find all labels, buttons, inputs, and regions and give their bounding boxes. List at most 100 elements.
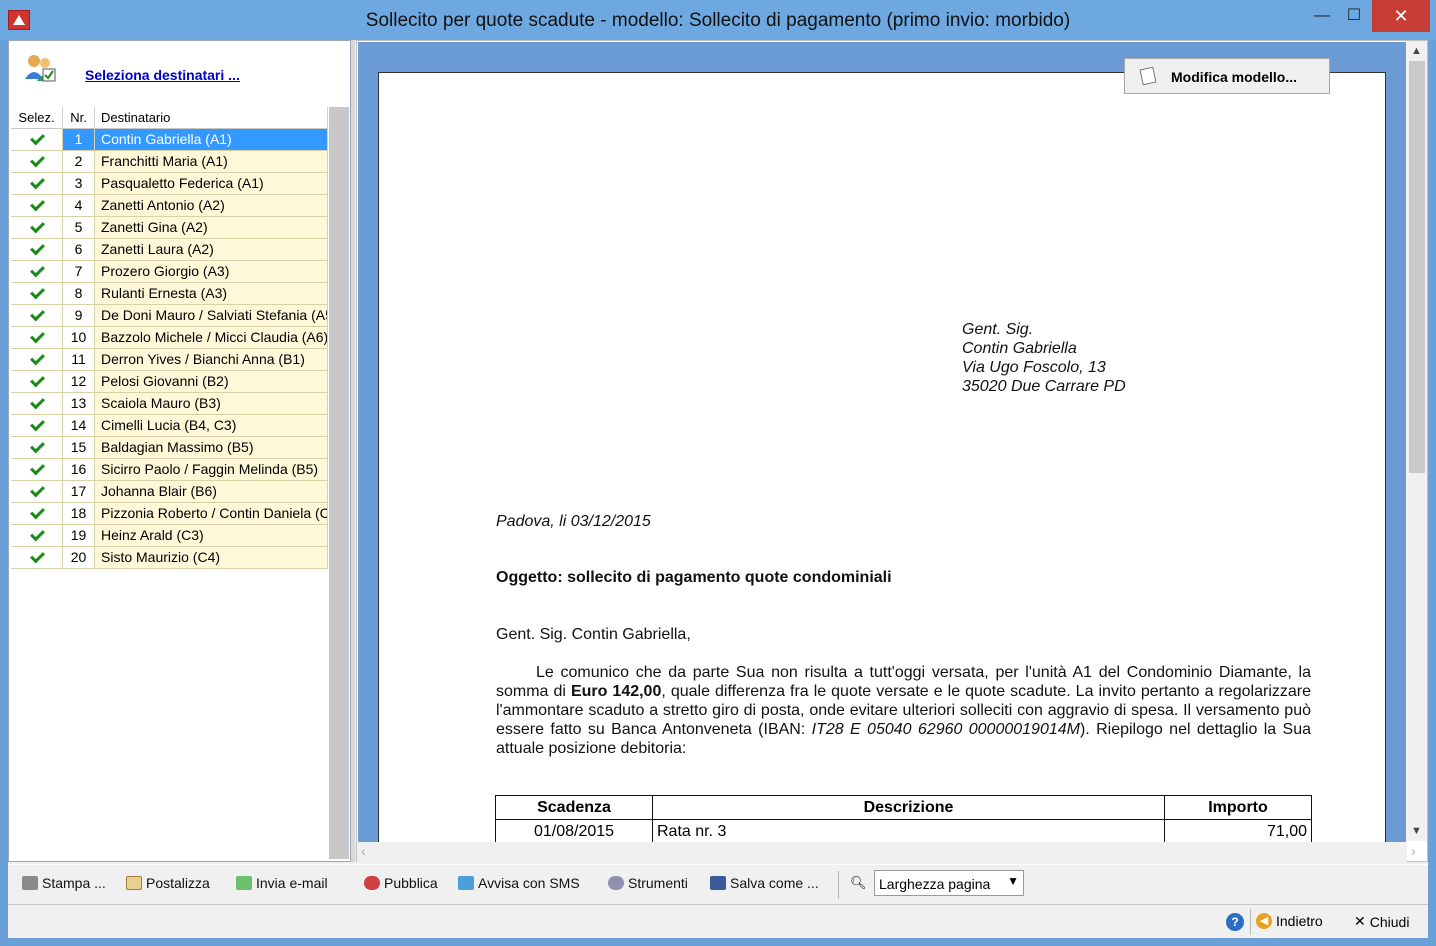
row-select-cell[interactable] (11, 261, 63, 282)
row-select-cell[interactable] (11, 415, 63, 436)
row-number: 9 (63, 305, 95, 326)
publish-button[interactable]: Pubblica (364, 875, 438, 891)
checkmark-icon[interactable] (30, 133, 44, 145)
save-as-button[interactable]: Salva come ... (710, 875, 819, 891)
table-row[interactable]: 2 Franchitti Maria (A1) (11, 151, 328, 173)
row-select-cell[interactable] (11, 393, 63, 414)
table-row[interactable]: 9 De Doni Mauro / Salviati Stefania (A5) (11, 305, 328, 327)
row-select-cell[interactable] (11, 371, 63, 392)
table-row[interactable]: 12 Pelosi Giovanni (B2) (11, 371, 328, 393)
table-row[interactable]: 13 Scaiola Mauro (B3) (11, 393, 328, 415)
row-select-cell[interactable] (11, 283, 63, 304)
table-row[interactable]: 11 Derron Yives / Bianchi Anna (B1) (11, 349, 328, 371)
preview-vertical-scrollbar[interactable]: ▲ ▼ (1407, 41, 1427, 841)
window-title: Sollecito per quote scadute - modello: S… (365, 10, 1071, 31)
row-select-cell[interactable] (11, 349, 63, 370)
close-window-button[interactable]: ✕ (1372, 0, 1430, 32)
row-select-cell[interactable] (11, 547, 63, 568)
row-select-cell[interactable] (11, 195, 63, 216)
column-header-select[interactable]: Selez. (11, 107, 63, 128)
panel-splitter[interactable] (351, 40, 355, 862)
edit-template-button[interactable]: Modifica modello... (1124, 58, 1330, 94)
tools-button[interactable]: Strumenti (608, 875, 688, 891)
row-select-cell[interactable] (11, 217, 63, 238)
address-line: Gent. Sig. (962, 321, 1034, 338)
place-date: Padova, li 03/12/2015 (496, 513, 651, 530)
checkmark-icon[interactable] (30, 353, 44, 365)
back-button[interactable]: ◀ Indietro (1256, 913, 1323, 929)
table-row[interactable]: 17 Johanna Blair (B6) (11, 481, 328, 503)
checkmark-icon[interactable] (30, 397, 44, 409)
checkmark-icon[interactable] (30, 375, 44, 387)
checkmark-icon[interactable] (30, 441, 44, 453)
help-icon[interactable]: ? (1226, 913, 1244, 931)
postalizza-button[interactable]: Postalizza (126, 875, 210, 891)
column-header-number[interactable]: Nr. (63, 107, 95, 128)
column-header-recipient[interactable]: Destinatario (95, 107, 328, 128)
scroll-left-icon[interactable]: ‹ (361, 843, 366, 859)
scroll-down-icon[interactable]: ▼ (1411, 825, 1422, 837)
table-row[interactable]: 4 Zanetti Antonio (A2) (11, 195, 328, 217)
table-row[interactable]: 16 Sicirro Paolo / Faggin Melinda (B5) (11, 459, 328, 481)
table-row[interactable]: 7 Prozero Giorgio (A3) (11, 261, 328, 283)
row-select-cell[interactable] (11, 503, 63, 524)
checkmark-icon[interactable] (30, 463, 44, 475)
row-select-cell[interactable] (11, 459, 63, 480)
checkmark-icon[interactable] (30, 485, 44, 497)
table-row[interactable]: 8 Rulanti Ernesta (A3) (11, 283, 328, 305)
zoom-select[interactable]: Larghezza pagina ▼ (874, 870, 1024, 896)
scroll-up-icon[interactable]: ▲ (1411, 45, 1422, 57)
checkmark-icon[interactable] (30, 265, 44, 277)
row-number: 16 (63, 459, 95, 480)
table-row[interactable]: 6 Zanetti Laura (A2) (11, 239, 328, 261)
row-select-cell[interactable] (11, 305, 63, 326)
checkmark-icon[interactable] (30, 309, 44, 321)
row-recipient: Pelosi Giovanni (B2) (95, 371, 328, 392)
row-select-cell[interactable] (11, 481, 63, 502)
table-row[interactable]: 14 Cimelli Lucia (B4, C3) (11, 415, 328, 437)
maximize-button[interactable]: ☐ (1337, 0, 1371, 32)
checkmark-icon[interactable] (30, 419, 44, 431)
bottom-bar: ? ◀ Indietro ✕ Chiudi (8, 904, 1428, 938)
table-row[interactable]: 18 Pizzonia Roberto / Contin Daniela (C2 (11, 503, 328, 525)
row-select-cell[interactable] (11, 525, 63, 546)
close-button[interactable]: ✕ Chiudi (1354, 913, 1409, 930)
table-row[interactable]: 19 Heinz Arald (C3) (11, 525, 328, 547)
row-select-cell[interactable] (11, 173, 63, 194)
zoom-value: Larghezza pagina (879, 876, 991, 892)
row-select-cell[interactable] (11, 327, 63, 348)
checkmark-icon[interactable] (30, 243, 44, 255)
table-row[interactable]: 3 Pasqualetto Federica (A1) (11, 173, 328, 195)
checkmark-icon[interactable] (30, 331, 44, 343)
row-recipient: Heinz Arald (C3) (95, 525, 328, 546)
checkmark-icon[interactable] (30, 287, 44, 299)
grid-header: Selez. Nr. Destinatario (11, 107, 328, 129)
select-recipients-link[interactable]: Seleziona destinatari ... (85, 67, 240, 83)
scroll-right-icon[interactable]: › (1411, 843, 1416, 859)
sms-button[interactable]: Avvisa con SMS (458, 875, 580, 891)
row-select-cell[interactable] (11, 437, 63, 458)
print-button[interactable]: Stampa ... (22, 875, 106, 891)
table-row[interactable]: 1 Contin Gabriella (A1) (11, 129, 328, 151)
preview-horizontal-scrollbar[interactable]: ‹ › (357, 842, 1416, 862)
checkmark-icon[interactable] (30, 199, 44, 211)
row-select-cell[interactable] (11, 129, 63, 150)
checkmark-icon[interactable] (30, 507, 44, 519)
table-row[interactable]: 5 Zanetti Gina (A2) (11, 217, 328, 239)
minimize-button[interactable]: — (1305, 0, 1339, 32)
table-row[interactable]: 10 Bazzolo Michele / Micci Claudia (A6) (11, 327, 328, 349)
row-select-cell[interactable] (11, 239, 63, 260)
scroll-thumb[interactable] (1409, 61, 1425, 473)
debt-table: Scadenza Descrizione Importo 01/08/2015 … (495, 795, 1312, 842)
row-number: 8 (63, 283, 95, 304)
row-select-cell[interactable] (11, 151, 63, 172)
checkmark-icon[interactable] (30, 155, 44, 167)
checkmark-icon[interactable] (30, 529, 44, 541)
send-email-button[interactable]: Invia e-mail (236, 875, 328, 891)
checkmark-icon[interactable] (30, 177, 44, 189)
grid-scrollbar[interactable] (329, 107, 349, 859)
checkmark-icon[interactable] (30, 221, 44, 233)
table-row[interactable]: 15 Baldagian Massimo (B5) (11, 437, 328, 459)
table-row[interactable]: 20 Sisto Maurizio (C4) (11, 547, 328, 569)
checkmark-icon[interactable] (30, 551, 44, 563)
